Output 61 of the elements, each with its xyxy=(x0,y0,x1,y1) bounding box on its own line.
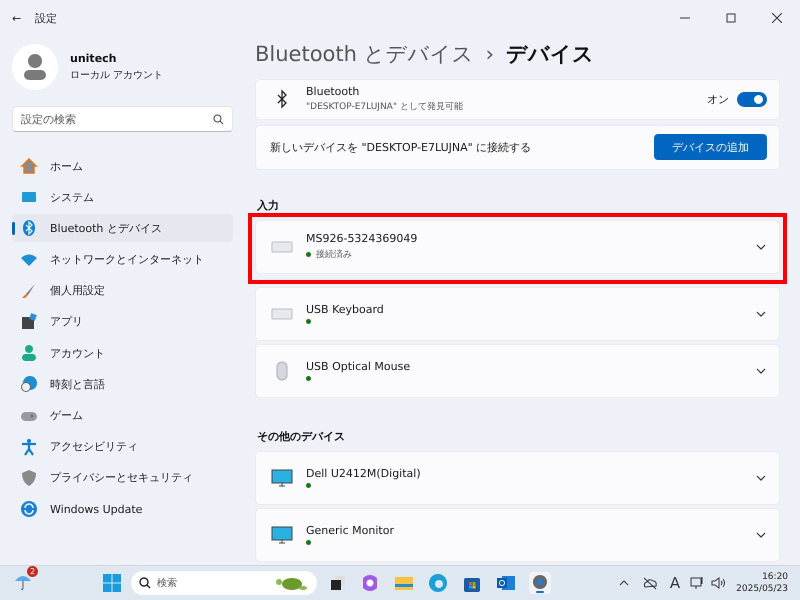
maximize-button[interactable] xyxy=(726,13,736,23)
clock-date[interactable]: 2025/05/23 xyxy=(736,584,788,594)
section-title: その他のデバイス xyxy=(257,428,346,444)
settings-icon[interactable] xyxy=(528,572,551,594)
taskbar-search[interactable]: 検索 xyxy=(130,571,317,595)
bluetooth-subtitle: "DESKTOP-E7LUJNA" として発見可能 xyxy=(306,100,464,114)
device-card[interactable]: MS926-5324369049 接続済み xyxy=(255,220,780,274)
account-type: ローカル アカウント xyxy=(70,69,164,82)
cloud-offline-icon[interactable] xyxy=(642,576,658,590)
nav-item[interactable]: システム xyxy=(12,183,233,212)
device-card[interactable]: USB Keyboard xyxy=(255,286,780,341)
clock-time[interactable]: 16:20 xyxy=(762,572,788,582)
nav-item[interactable]: アカウント xyxy=(12,339,233,368)
bluetooth-icon xyxy=(20,219,38,238)
device-name: USB Keyboard xyxy=(306,303,385,316)
device-card[interactable]: Generic Monitor xyxy=(255,508,780,562)
windows-start-icon[interactable] xyxy=(100,572,123,594)
bluetooth-toggle[interactable] xyxy=(737,92,767,107)
device-name: MS926-5324369049 xyxy=(306,232,418,246)
avatar[interactable] xyxy=(12,44,58,90)
volume-icon[interactable] xyxy=(710,576,726,590)
device-name: Dell U2412M(Digital) xyxy=(306,467,422,480)
apps-icon xyxy=(20,312,38,331)
nav-item[interactable]: ネットワークとインターネット xyxy=(12,246,233,274)
nav-item[interactable]: ホーム xyxy=(12,152,233,180)
account-name: unitech xyxy=(70,52,118,65)
search-field[interactable]: 設定の検索 xyxy=(12,106,233,132)
update-icon xyxy=(20,500,38,518)
device-name: USB Optical Mouse xyxy=(306,360,412,374)
nav-item[interactable]: プライバシーとセキュリティ xyxy=(12,464,233,492)
page-title: デバイス xyxy=(506,41,594,68)
nav-item[interactable]: Bluetooth とデバイス xyxy=(12,214,233,242)
breadcrumb-separator: › xyxy=(486,42,494,66)
device-card[interactable]: Dell U2412M(Digital) xyxy=(255,450,780,505)
globe-clock-icon xyxy=(20,375,38,394)
device-name: Generic Monitor xyxy=(306,524,395,538)
notification-badge: 2 xyxy=(27,566,38,577)
bluetooth-title: Bluetooth xyxy=(306,85,360,98)
back-button[interactable]: ← xyxy=(12,12,22,24)
nav-item[interactable]: アクセシビリティ xyxy=(12,432,233,461)
accessibility-icon xyxy=(20,438,38,456)
home-icon xyxy=(20,157,38,175)
device-status: 接続済み xyxy=(316,248,352,262)
search-icon xyxy=(213,114,224,125)
add-device-button[interactable]: デバイスの追加 xyxy=(654,134,767,160)
close-button[interactable] xyxy=(772,13,782,23)
nav-item[interactable]: アプリ xyxy=(12,308,233,336)
section-title: 入力 xyxy=(257,198,280,213)
nav-item[interactable]: Windows Update xyxy=(12,495,233,524)
nav-item[interactable]: 時刻と言語 xyxy=(12,370,233,398)
ime-indicator[interactable]: A xyxy=(670,574,680,592)
nav-item[interactable]: ゲーム xyxy=(12,402,233,430)
device-card[interactable]: USB Optical Mouse xyxy=(255,344,780,398)
toggle-label: オン xyxy=(707,92,729,107)
window-title: 設定 xyxy=(35,10,58,26)
search-icon xyxy=(138,577,151,589)
shield-icon xyxy=(20,468,38,487)
nav-item[interactable]: 個人用設定 xyxy=(12,276,233,305)
add-device-text: 新しいデバイスを "DESKTOP-E7LUJNA" に接続する xyxy=(270,140,532,155)
breadcrumb-link[interactable]: Bluetooth とデバイス xyxy=(255,40,474,68)
person-icon xyxy=(20,344,38,362)
